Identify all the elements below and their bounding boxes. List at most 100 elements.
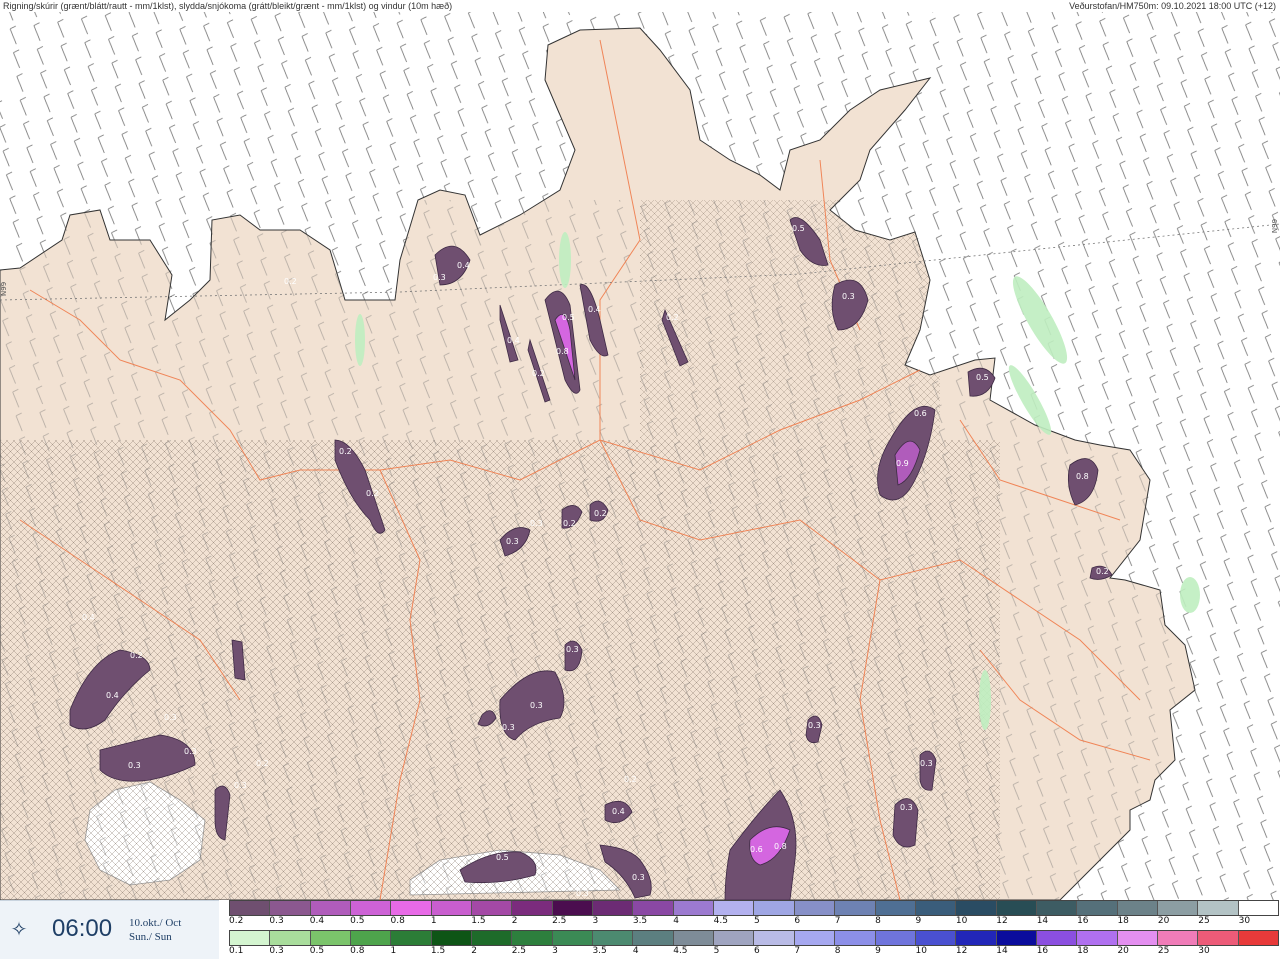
legend-swatch — [915, 931, 957, 945]
legend-swatch — [472, 901, 513, 915]
snow-legend-bar — [229, 900, 1279, 916]
precip-label: 0.8 — [556, 347, 569, 356]
legend-tick-label: 25 — [1198, 916, 1210, 926]
legend-tick-label: 1 — [390, 946, 397, 956]
precip-label: 0.3 — [920, 759, 933, 768]
legend-swatch — [431, 931, 473, 945]
legend-swatch — [633, 931, 674, 945]
legend-tick-label: 0.8 — [350, 946, 365, 956]
snow-legend-ticks: 0.2 0.3 0.4 0.5 0.8 1 1.5 2 2.5 3 3.5 4 4.5 5 6 7 8 9 10 12… — [229, 916, 1279, 928]
precip-label: 0.4 — [507, 336, 520, 345]
legend-tick-label: 18 — [1117, 916, 1129, 926]
legend-swatch — [1036, 901, 1078, 915]
precip-label: 0.4 — [612, 807, 625, 816]
precip-label: 0.6 — [750, 845, 763, 854]
legend-tick-label: 25 — [1157, 946, 1170, 956]
precip-label: 0.3 — [128, 761, 141, 770]
legend-tick-label: 12 — [955, 946, 968, 956]
legend-tick-label: 30 — [1198, 946, 1210, 956]
legend-tick-label: 0.3 — [269, 916, 284, 926]
legend-swatch — [673, 901, 715, 915]
legend-swatch — [1036, 931, 1078, 945]
precip-label: 0.2 — [532, 369, 545, 378]
legend-tick-label: 14 — [996, 946, 1008, 956]
legend-swatch — [391, 931, 432, 945]
legend-swatch — [391, 901, 432, 915]
legend-swatch — [714, 901, 755, 915]
legend-tick-label: 1.5 — [430, 946, 446, 956]
precip-label: 0.4 — [588, 305, 601, 314]
legend-swatch — [1077, 901, 1118, 915]
precip-label: 0.8 — [1076, 472, 1089, 481]
legend-tick-label: 0.2 — [229, 916, 244, 926]
legend-swatch — [1117, 931, 1158, 945]
latitude-label-left: N99 — [0, 281, 8, 296]
precip-label: 0.3 — [530, 701, 543, 710]
legend-swatch — [230, 931, 271, 945]
precip-label: 0.8 — [774, 842, 787, 851]
precip-label: 0.5 — [976, 373, 989, 382]
precip-label: 0.6 — [914, 409, 927, 418]
precip-label: 0.3 — [900, 803, 913, 812]
legend-swatch — [714, 931, 755, 945]
legend-swatch — [1117, 901, 1158, 915]
precip-label: 0.2 — [594, 509, 607, 518]
legend-swatch — [270, 931, 311, 945]
legend-tick-label: 0.5 — [309, 946, 325, 956]
legend-tick-label: 30 — [1238, 916, 1251, 926]
legend-tick-label: 16 — [1036, 946, 1049, 956]
compass-star-icon[interactable]: ✧ — [8, 919, 30, 941]
legend-swatch — [754, 901, 795, 915]
legend-tick-label: 4.5 — [713, 916, 728, 926]
legend-tick-label: 8 — [834, 946, 841, 956]
precip-label: 0.3 — [184, 747, 197, 756]
legend-tick-label: 5 — [713, 946, 720, 956]
precip-label: 0.3 — [808, 721, 821, 730]
forecast-time: 06:00 — [52, 915, 113, 942]
precip-label: 0.3 — [433, 273, 446, 282]
legend-tick-label: 3.5 — [592, 946, 607, 956]
precip-label: 0.2 — [563, 519, 576, 528]
legend-tick-label: 3 — [592, 916, 599, 926]
legend-swatch — [552, 931, 594, 945]
legend-swatch — [915, 901, 957, 915]
legend-tick-label: 2.5 — [552, 916, 567, 926]
legend-swatch — [1198, 931, 1239, 945]
legend-tick-label: 4.5 — [673, 946, 688, 956]
legend-tick-label: 16 — [1077, 916, 1089, 926]
legend-swatch — [1238, 931, 1278, 945]
legend-swatch — [794, 931, 836, 945]
legend-swatch — [633, 901, 674, 915]
legend-swatch — [431, 901, 473, 915]
legend-tick-label: 3 — [552, 946, 558, 956]
legend-swatch — [754, 931, 795, 945]
legend-swatch — [310, 901, 352, 915]
legend-swatch — [552, 901, 594, 915]
legend-swatch — [472, 931, 513, 945]
legend-tick-label: 2 — [471, 946, 478, 956]
legend-swatch — [351, 901, 392, 915]
precip-label: 0.2 — [666, 313, 679, 322]
legend-tick-label: 0.8 — [390, 916, 405, 926]
precip-label: 0.2 — [339, 447, 352, 456]
precip-label: 0.4 — [457, 261, 470, 270]
precip-label: 0.3 — [506, 537, 519, 546]
precip-label: 0.3 — [576, 889, 589, 898]
legend-tick-label: 20 — [1157, 916, 1170, 926]
legend-tick-label: 1 — [430, 916, 437, 926]
forecast-date: 10.okt./ Oct — [129, 917, 182, 929]
precip-label: 0.3 — [566, 645, 579, 654]
legend-tick-label: 0.1 — [229, 946, 244, 956]
legend-swatch — [875, 901, 916, 915]
precip-label: 0.2 — [1096, 567, 1109, 576]
precip-label: 0.5 — [496, 853, 509, 862]
legend-tick-label: 4 — [632, 946, 639, 956]
legend-swatch — [835, 931, 876, 945]
legend-tick-label: 20 — [1117, 946, 1129, 956]
legend-swatch — [956, 931, 997, 945]
precip-label: 0.4 — [106, 691, 119, 700]
legend-tick-label: 7 — [794, 946, 801, 956]
precip-label: 0.2 — [366, 489, 379, 498]
legend-tick-label: 9 — [915, 916, 922, 926]
time-panel: ✧ 06:00 10.okt./ Oct Sun./ Sun — [0, 900, 219, 959]
